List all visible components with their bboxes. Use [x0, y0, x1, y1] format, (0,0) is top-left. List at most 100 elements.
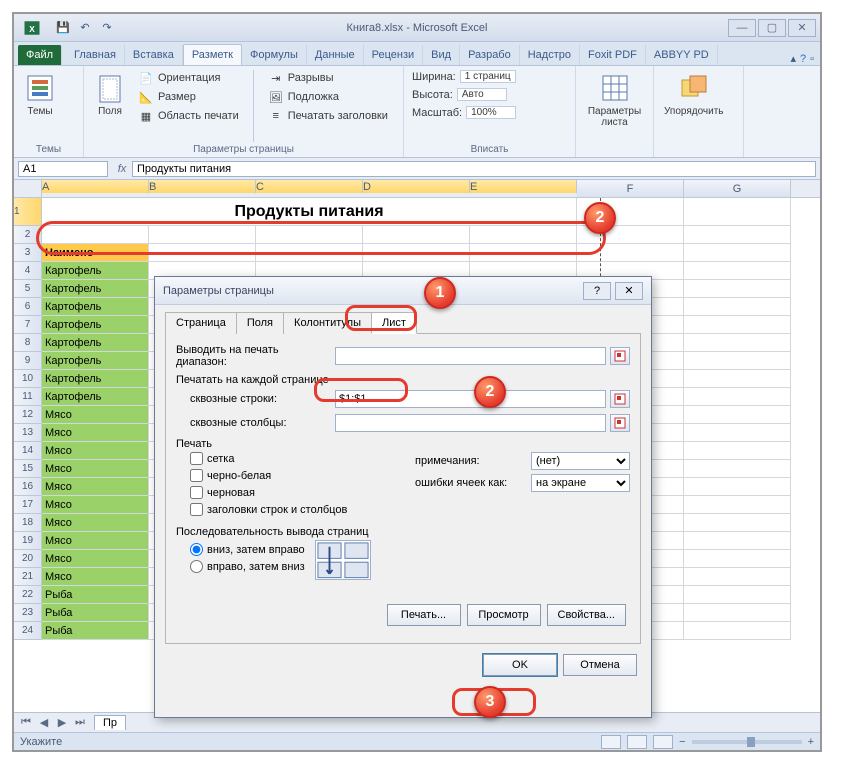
- tab-insert[interactable]: Вставка: [125, 45, 183, 65]
- col-E[interactable]: E: [470, 180, 577, 193]
- size-button[interactable]: 📐Размер: [138, 89, 239, 105]
- qat-undo-icon[interactable]: ↶: [76, 19, 94, 37]
- minimize-button[interactable]: —: [728, 19, 756, 37]
- print-group-label: Печать: [176, 438, 630, 450]
- tab-file[interactable]: Файл: [18, 45, 62, 65]
- errors-select[interactable]: на экране: [531, 474, 630, 492]
- tab-review[interactable]: Рецензи: [364, 45, 424, 65]
- titlebar: X 💾 ↶ ↷ Книга8.xlsx - Microsoft Excel — …: [14, 14, 820, 42]
- column-headers: A B C D E F G: [14, 180, 820, 198]
- sheet-options-button[interactable]: Параметры листа: [584, 70, 645, 130]
- sheet-nav-first-icon[interactable]: ⏮: [18, 716, 34, 729]
- dlg-tab-sheet[interactable]: Лист: [371, 312, 417, 334]
- zoom-slider[interactable]: [692, 740, 802, 744]
- notes-select[interactable]: (нет): [531, 452, 630, 470]
- maximize-button[interactable]: ▢: [758, 19, 786, 37]
- margins-button[interactable]: Поля: [92, 70, 128, 119]
- view-normal-icon[interactable]: [601, 735, 621, 749]
- rows-repeat-input[interactable]: [335, 390, 606, 408]
- close-button[interactable]: ✕: [788, 19, 816, 37]
- tab-view[interactable]: Вид: [423, 45, 460, 65]
- formula-bar[interactable]: [132, 161, 816, 177]
- dlg-tab-page[interactable]: Страница: [165, 312, 237, 334]
- select-all-corner[interactable]: [14, 180, 42, 197]
- col-B[interactable]: B: [149, 180, 256, 193]
- zoom-out-icon[interactable]: −: [679, 736, 685, 748]
- tab-formulas[interactable]: Формулы: [242, 45, 307, 65]
- callout-1: 1: [424, 277, 456, 309]
- themes-button[interactable]: Темы: [22, 70, 58, 119]
- scale-width[interactable]: Ширина: 1 страниц: [412, 70, 516, 83]
- ribbon-close-icon[interactable]: ▫: [810, 53, 814, 65]
- tab-developer[interactable]: Разрабо: [460, 45, 520, 65]
- arrange-button[interactable]: Упорядочить: [662, 70, 726, 119]
- group-scale-label: Вписать: [412, 142, 567, 155]
- dialog-help-button[interactable]: ?: [583, 282, 611, 300]
- cols-repeat-ref-button[interactable]: [610, 414, 630, 432]
- radio-right[interactable]: [190, 560, 203, 573]
- qat-redo-icon[interactable]: ↷: [98, 19, 116, 37]
- dlg-tab-headers[interactable]: Колонтитулы: [283, 312, 372, 334]
- zoom-in-icon[interactable]: +: [808, 736, 814, 748]
- radio-down[interactable]: [190, 543, 203, 556]
- statusbar: Укажите − +: [14, 732, 820, 750]
- orientation-button[interactable]: 📄Ориентация: [138, 70, 239, 86]
- name-box[interactable]: [18, 161, 108, 177]
- window-title: Книга8.xlsx - Microsoft Excel: [347, 22, 488, 34]
- chk-bw[interactable]: [190, 469, 203, 482]
- rows-repeat-ref-button[interactable]: [610, 390, 630, 408]
- qat-save-icon[interactable]: 💾: [54, 19, 72, 37]
- dialog-close-button[interactable]: ✕: [615, 282, 643, 300]
- excel-icon: X: [20, 16, 44, 40]
- errors-label: ошибки ячеек как:: [415, 477, 525, 489]
- btn-props[interactable]: Свойства...: [547, 604, 626, 626]
- chk-grid[interactable]: [190, 452, 203, 465]
- printtitles-icon: ≡: [268, 108, 284, 124]
- background-button[interactable]: 🖼Подложка: [268, 89, 388, 105]
- printtitles-button[interactable]: ≡Печатать заголовки: [268, 108, 388, 124]
- tab-abbyy[interactable]: ABBYY PD: [646, 45, 718, 65]
- print-range-input[interactable]: [335, 347, 606, 365]
- background-icon: 🖼: [268, 89, 284, 105]
- help-icon[interactable]: ?: [800, 53, 806, 65]
- scale-percent[interactable]: Масштаб: 100%: [412, 106, 516, 119]
- tab-home[interactable]: Главная: [66, 45, 125, 65]
- tab-pagelayout[interactable]: Разметк: [183, 44, 242, 65]
- col-D[interactable]: D: [363, 180, 470, 193]
- btn-cancel[interactable]: Отмена: [563, 654, 637, 676]
- btn-print[interactable]: Печать...: [387, 604, 461, 626]
- view-break-icon[interactable]: [653, 735, 673, 749]
- view-layout-icon[interactable]: [627, 735, 647, 749]
- sheet-nav-last-icon[interactable]: ⏭: [72, 716, 88, 729]
- tab-foxit[interactable]: Foxit PDF: [580, 45, 646, 65]
- fx-icon[interactable]: fx: [112, 163, 132, 175]
- sheet-nav-next-icon[interactable]: ▶: [54, 716, 70, 729]
- minimize-ribbon-icon[interactable]: ▴: [790, 52, 796, 65]
- col-G[interactable]: G: [684, 180, 791, 197]
- breaks-button[interactable]: ⇥Разрывы: [268, 70, 388, 86]
- cols-repeat-input[interactable]: [335, 414, 606, 432]
- ribbon-tabs: Файл Главная Вставка Разметк Формулы Дан…: [14, 42, 820, 66]
- dlg-tab-margins[interactable]: Поля: [236, 312, 284, 334]
- print-range-ref-button[interactable]: [610, 347, 630, 365]
- col-C[interactable]: C: [256, 180, 363, 193]
- cols-repeat-label: сквозные столбцы:: [176, 417, 331, 429]
- printarea-button[interactable]: ▦Область печати: [138, 108, 239, 124]
- callout-3: 3: [474, 686, 506, 718]
- group-pagesetup-label: Параметры страницы: [92, 142, 395, 155]
- callout-2: 2: [474, 376, 506, 408]
- scale-height[interactable]: Высота: Авто: [412, 88, 516, 101]
- notes-label: примечания:: [415, 455, 525, 467]
- sheet-tab-1[interactable]: Пр: [94, 715, 126, 730]
- sheet-nav-prev-icon[interactable]: ◀: [36, 716, 52, 729]
- col-F[interactable]: F: [577, 180, 684, 197]
- tab-addins[interactable]: Надстро: [520, 45, 580, 65]
- btn-ok[interactable]: OK: [483, 654, 557, 676]
- chk-headers[interactable]: [190, 503, 203, 516]
- btn-preview[interactable]: Просмотр: [467, 604, 541, 626]
- chk-draft[interactable]: [190, 486, 203, 499]
- tab-data[interactable]: Данные: [307, 45, 364, 65]
- col-A[interactable]: A: [42, 180, 149, 193]
- ribbon-body: Темы Темы Поля 📄Ориентация 📐Размер ▦Обла…: [14, 66, 820, 158]
- formula-bar-row: fx: [14, 158, 820, 180]
